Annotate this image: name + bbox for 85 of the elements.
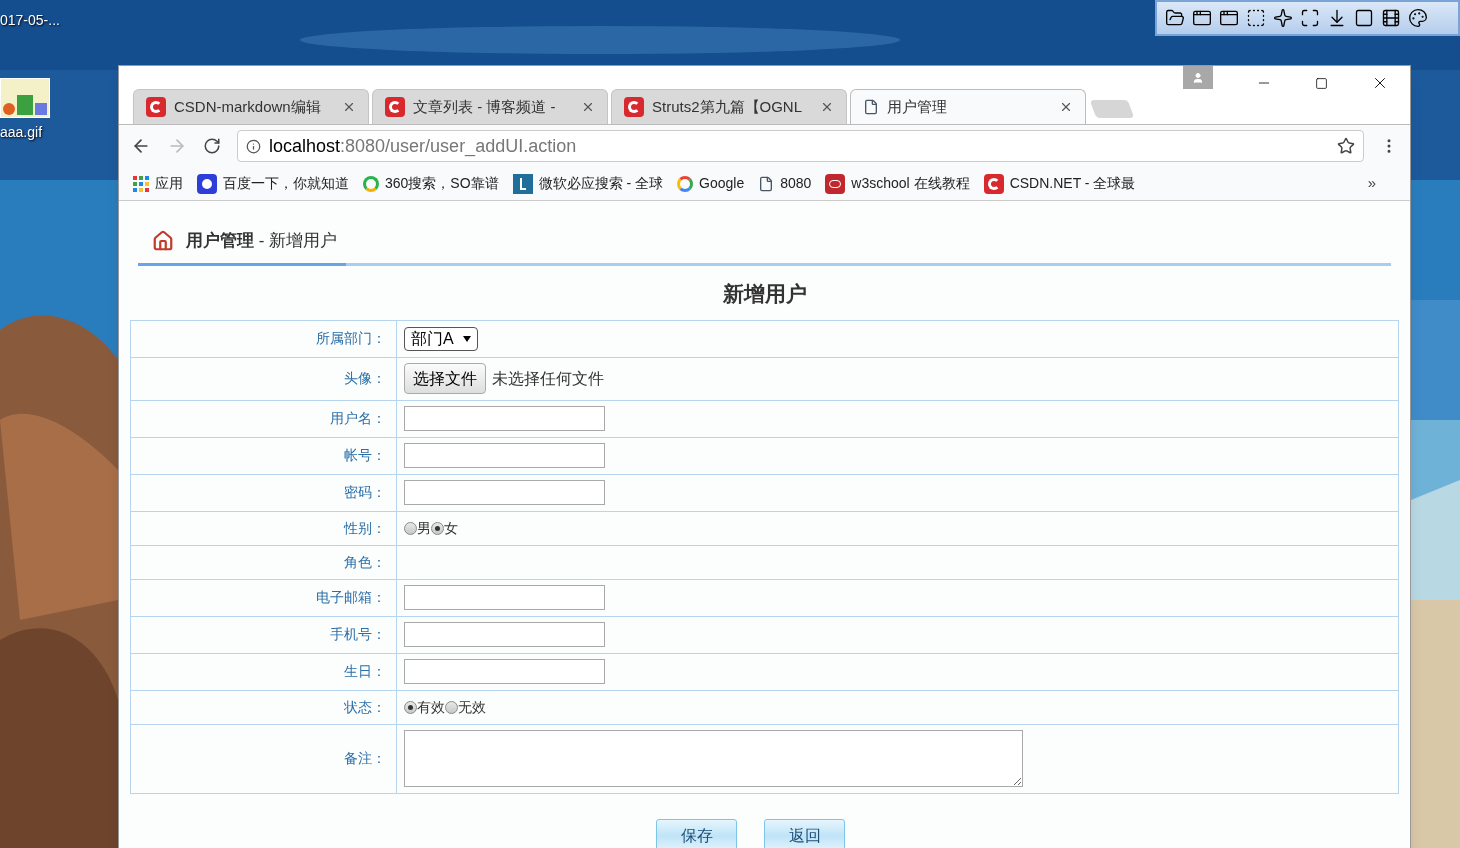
bookmark-item[interactable]: 百度一下，你就知道 bbox=[197, 173, 349, 194]
text-field[interactable] bbox=[404, 659, 605, 684]
radio-label: 有效 bbox=[417, 697, 445, 717]
maximize-icon[interactable] bbox=[1315, 77, 1328, 90]
form-button[interactable]: 返回 bbox=[764, 818, 845, 848]
form-label-cell: 头像： bbox=[131, 357, 397, 400]
text-field[interactable] bbox=[404, 480, 605, 505]
form-label-cell: 密码： bbox=[131, 474, 397, 511]
form-label-cell: 帐号： bbox=[131, 437, 397, 474]
breadcrumb: 用户管理 - 新增用户 bbox=[186, 230, 338, 253]
text-field[interactable] bbox=[404, 622, 605, 647]
form-heading: 新增用户 bbox=[721, 281, 808, 307]
bookmark-item[interactable]: 应用 bbox=[133, 173, 183, 194]
address-bar[interactable]: localhost:8080/user/user_addUI.action bbox=[237, 130, 1364, 162]
radio-button[interactable] bbox=[404, 521, 417, 535]
tab-title: Struts2第九篇【OGNL bbox=[652, 96, 803, 117]
form-label-cell: 性别： bbox=[131, 511, 397, 545]
form-label-cell: 所属部门： bbox=[131, 320, 397, 357]
radio-button[interactable] bbox=[445, 700, 458, 714]
form-label-cell: 角色： bbox=[131, 545, 397, 579]
desktop-icon-label[interactable]: 017-05-... bbox=[0, 10, 60, 31]
window-icon[interactable] bbox=[1219, 8, 1239, 28]
department-dropdown[interactable]: 部门A bbox=[404, 326, 478, 351]
form-label-cell: 手机号： bbox=[131, 616, 397, 653]
text-field[interactable] bbox=[404, 585, 605, 610]
folder-icon[interactable] bbox=[1165, 8, 1185, 28]
text-field[interactable] bbox=[404, 406, 605, 431]
star-shape-icon[interactable] bbox=[1273, 8, 1293, 28]
info-icon[interactable] bbox=[246, 138, 261, 154]
tab-title: 文章列表 - 博客频道 - bbox=[413, 96, 556, 117]
c-logo-icon bbox=[146, 97, 166, 117]
bookmark-item[interactable]: 360搜索，SO靠谱 bbox=[363, 173, 499, 194]
bookmark-item[interactable]: CSDN.NET - 全球最 bbox=[983, 173, 1136, 194]
close-tab-icon[interactable] bbox=[581, 100, 595, 114]
browser-tab[interactable]: 用户管理 bbox=[850, 89, 1086, 124]
palette-icon[interactable] bbox=[1408, 8, 1428, 28]
grid-icon bbox=[133, 175, 149, 192]
radio-button[interactable] bbox=[404, 700, 417, 714]
more-bookmarks-button[interactable]: » bbox=[1367, 172, 1396, 195]
notes-field[interactable] bbox=[404, 730, 1023, 787]
tab-title: CSDN-markdown编辑 bbox=[174, 96, 321, 117]
form-label-cell: 电子邮箱： bbox=[131, 579, 397, 616]
badge-logo-icon bbox=[825, 173, 846, 194]
form-label-cell: 生日： bbox=[131, 653, 397, 690]
bookmark-star-icon[interactable] bbox=[1337, 137, 1355, 155]
close-tab-icon[interactable] bbox=[1059, 100, 1073, 114]
image-file-icon[interactable] bbox=[0, 78, 50, 118]
url-text: localhost:8080/user/user_addUI.action bbox=[269, 134, 577, 159]
desktop-icon-label[interactable]: aaa.gif bbox=[0, 122, 43, 143]
bookmark-item[interactable]: Google bbox=[677, 173, 745, 194]
radio-label: 女 bbox=[444, 518, 458, 538]
expand-icon[interactable] bbox=[1300, 8, 1320, 28]
close-tab-icon[interactable] bbox=[820, 100, 834, 114]
film-icon[interactable] bbox=[1381, 8, 1401, 28]
radio-label: 无效 bbox=[458, 697, 486, 717]
g-logo-icon bbox=[677, 175, 694, 192]
c-logo-icon bbox=[983, 173, 1004, 194]
c-logo-icon bbox=[624, 97, 644, 117]
c-logo-icon bbox=[385, 97, 405, 117]
reload-icon[interactable] bbox=[203, 137, 221, 155]
form-label-cell: 备注： bbox=[131, 724, 397, 793]
text-field[interactable] bbox=[404, 443, 605, 468]
square-icon[interactable] bbox=[1354, 8, 1374, 28]
bookmark-item[interactable]: w3school 在线教程 bbox=[825, 173, 970, 194]
file-status: 未选择任何文件 bbox=[492, 368, 604, 389]
home-icon[interactable] bbox=[152, 230, 174, 252]
choose-file-button[interactable]: 选择文件 bbox=[404, 363, 486, 394]
bookmark-item[interactable]: 微软必应搜索 - 全球 bbox=[512, 173, 664, 194]
window-icon[interactable] bbox=[1192, 8, 1212, 28]
tab-title: 用户管理 bbox=[887, 96, 947, 117]
form-label-cell: 状态： bbox=[131, 690, 397, 724]
browser-tab[interactable]: CSDN-markdown编辑 bbox=[133, 89, 369, 124]
bookmark-item[interactable]: 8080 bbox=[758, 173, 812, 194]
page-icon bbox=[758, 175, 775, 192]
browser-tab[interactable]: 文章列表 - 博客频道 - bbox=[372, 89, 608, 124]
browser-tab[interactable]: Struts2第九篇【OGNL bbox=[611, 89, 847, 124]
radio-button[interactable] bbox=[431, 521, 444, 535]
form-label-cell: 用户名： bbox=[131, 400, 397, 437]
dashed-square-icon[interactable] bbox=[1246, 8, 1266, 28]
close-tab-icon[interactable] bbox=[342, 100, 356, 114]
person-icon bbox=[1192, 71, 1204, 84]
radio-label: 男 bbox=[417, 518, 431, 538]
ring-icon bbox=[363, 175, 379, 192]
form-button[interactable]: 保存 bbox=[656, 818, 737, 848]
page-icon bbox=[863, 99, 879, 115]
